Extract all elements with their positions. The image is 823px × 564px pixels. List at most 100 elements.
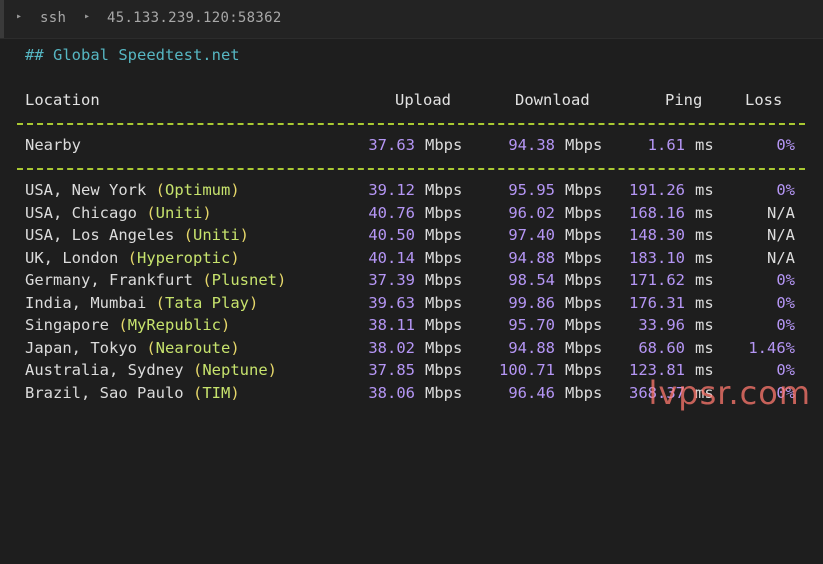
isp-name: MyRepublic <box>127 316 222 334</box>
ping-value: 33.96 <box>638 316 685 334</box>
upload-value: 38.06 <box>368 383 415 402</box>
paren-open: ( <box>192 361 203 379</box>
place-name: Australia, Sydney <box>25 361 184 379</box>
loss-value: N/A <box>767 248 795 267</box>
download-unit: Mbps <box>565 338 603 357</box>
upload-unit: Mbps <box>425 338 463 357</box>
ping-value: 176.31 <box>629 293 685 312</box>
download-value: 96.02 <box>508 203 555 222</box>
loss-value: 0% <box>776 293 795 312</box>
place-name: Japan, Tokyo <box>25 338 137 357</box>
upload-unit: Mbps <box>425 203 463 222</box>
table-row: USA, Chicago (Uniti) 40.76 Mbps 96.02 Mb… <box>0 204 823 226</box>
upload-unit: Mbps <box>425 136 463 154</box>
table-row: Germany, Frankfurt (Plusnet) 37.39 Mbps … <box>0 271 823 293</box>
upload-unit: Mbps <box>425 271 463 289</box>
column-download: Download <box>515 91 590 109</box>
breadcrumb-host[interactable]: 45.133.239.120:58362 <box>107 10 282 26</box>
paren-open: ( <box>192 383 203 402</box>
location-cell: UK, London (Hyperoptic) <box>25 249 240 267</box>
loss-value: 1.46% <box>748 338 795 357</box>
column-ping: Ping <box>665 91 703 109</box>
isp-name: Hyperoptic <box>137 248 231 267</box>
isp-name: Uniti <box>155 203 203 222</box>
download-value: 98.54 <box>508 271 555 289</box>
ping-unit: ms <box>695 293 714 312</box>
table-row: India, Mumbai (Tata Play) 39.63 Mbps 99.… <box>0 294 823 316</box>
upload-value: 39.12 <box>368 181 415 199</box>
upload-value: 40.14 <box>368 248 415 267</box>
loss-value: 0% <box>776 271 795 289</box>
paren-open: ( <box>202 271 212 289</box>
download-value: 97.40 <box>508 226 555 244</box>
isp-name: Plusnet <box>211 271 277 289</box>
ping-value: 183.10 <box>629 248 685 267</box>
download-unit: Mbps <box>565 271 603 289</box>
location-cell: India, Mumbai (Tata Play) <box>25 294 258 312</box>
column-location: Location <box>25 91 100 109</box>
upload-unit: Mbps <box>425 316 463 334</box>
download-value: 99.86 <box>508 293 555 312</box>
loss-value: 0% <box>776 181 795 199</box>
paren-close: ) <box>249 293 259 312</box>
loss-value: 0% <box>776 136 795 154</box>
nearby-row: Nearby 37.63 Mbps 94.38 Mbps 1.61 ms 0% <box>0 136 823 158</box>
download-unit: Mbps <box>565 293 603 312</box>
ping-value: 1.61 <box>647 136 685 154</box>
download-unit: Mbps <box>565 226 603 244</box>
upload-value: 37.39 <box>368 271 415 289</box>
download-value: 95.95 <box>508 181 555 199</box>
place-name: USA, Chicago <box>25 203 137 222</box>
upload-value: 37.63 <box>368 136 415 154</box>
upload-unit: Mbps <box>425 361 463 379</box>
ping-unit: ms <box>695 203 714 222</box>
ping-unit: ms <box>695 136 714 154</box>
location-cell: Brazil, Sao Paulo (TIM) <box>25 384 240 402</box>
ping-value: 171.62 <box>629 271 685 289</box>
upload-unit: Mbps <box>425 248 463 267</box>
location-cell: Singapore (MyRepublic) <box>25 316 230 334</box>
ping-value: 191.26 <box>629 181 685 199</box>
dashed-divider <box>17 123 805 125</box>
location-cell: Australia, Sydney (Neptune) <box>25 361 277 379</box>
chevron-right-icon: ▸ <box>16 11 23 22</box>
place-name: Singapore <box>25 316 109 334</box>
place-name: Germany, Frankfurt <box>25 271 193 289</box>
chevron-right-icon: ▸ <box>84 11 91 22</box>
ping-unit: ms <box>695 316 714 334</box>
upload-value: 38.02 <box>368 338 415 357</box>
download-value: 96.46 <box>508 383 555 402</box>
download-value: 94.88 <box>508 248 555 267</box>
table-row: USA, New York (Optimum) 39.12 Mbps 95.95… <box>0 181 823 203</box>
paren-close: ) <box>239 226 250 244</box>
upload-value: 39.63 <box>368 293 415 312</box>
ping-unit: ms <box>695 338 714 357</box>
ping-value: 148.30 <box>629 226 685 244</box>
table-row: USA, Los Angeles (Uniti) 40.50 Mbps 97.4… <box>0 226 823 248</box>
dashed-divider <box>17 168 805 170</box>
paren-open: ( <box>155 181 166 199</box>
place-name: UK, London <box>25 248 119 267</box>
download-unit: Mbps <box>565 361 603 379</box>
column-upload: Upload <box>395 91 451 109</box>
breadcrumb-ssh[interactable]: ssh <box>40 10 66 26</box>
terminal-output[interactable]: ## Global Speedtest.net Location Upload … <box>0 39 823 418</box>
paren-close: ) <box>277 271 287 289</box>
ping-unit: ms <box>695 271 714 289</box>
location-cell: Germany, Frankfurt (Plusnet) <box>25 271 286 289</box>
paren-close: ) <box>230 338 240 357</box>
isp-name: TIM <box>202 383 231 402</box>
column-loss: Loss <box>745 91 783 109</box>
isp-name: Optimum <box>165 181 231 199</box>
paren-close: ) <box>230 181 240 199</box>
loss-value: N/A <box>767 203 795 222</box>
location-cell: USA, Los Angeles (Uniti) <box>25 226 249 244</box>
download-value: 94.88 <box>508 338 555 357</box>
download-value: 100.71 <box>499 361 555 379</box>
paren-close: ) <box>221 316 231 334</box>
paren-open: ( <box>146 338 156 357</box>
paren-close: ) <box>267 361 277 379</box>
ping-unit: ms <box>695 181 714 199</box>
upload-unit: Mbps <box>425 181 463 199</box>
place-name: USA, Los Angeles <box>25 226 175 244</box>
